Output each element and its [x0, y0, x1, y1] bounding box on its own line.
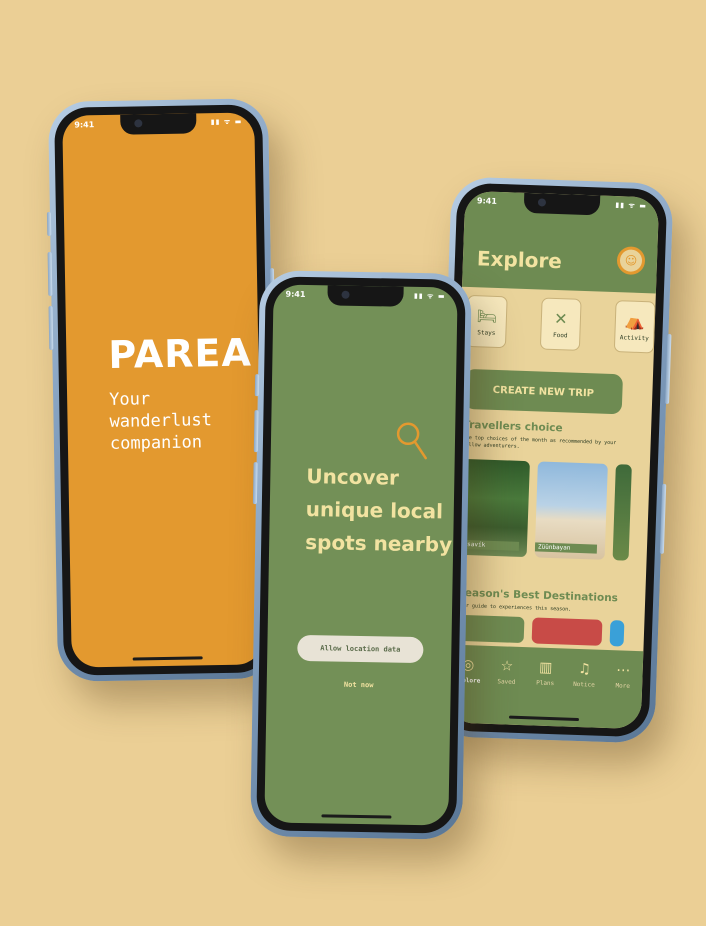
- tab-more[interactable]: ⋯ More: [603, 662, 641, 729]
- section-title-travellers: Travellers choice: [462, 418, 563, 435]
- bell-icon: ♫: [577, 661, 592, 678]
- season-card[interactable]: [531, 617, 603, 646]
- location-screen: 9:41 ▮▮ ᯤ ▬ Uncover unique local spots n…: [264, 284, 458, 826]
- volume-down-button: [252, 462, 258, 505]
- allow-location-button[interactable]: Allow location data: [297, 634, 424, 664]
- mute-switch: [46, 211, 52, 236]
- notch: [327, 285, 404, 307]
- status-time: 9:41: [74, 120, 95, 130]
- location-headline: Uncover unique local spots nearby: [305, 464, 453, 557]
- volume-up-button: [47, 251, 53, 296]
- trash-icon: ▥: [538, 659, 553, 677]
- section-title-season: Season's Best Destinations: [457, 586, 619, 605]
- travellers-card-row: Húsavík Züünbayan: [456, 458, 659, 567]
- season-card-row: [453, 614, 660, 649]
- status-icons: ▮▮ ᯤ ▬: [413, 291, 446, 301]
- status-time: 9:41: [285, 289, 306, 299]
- explore-screen: 9:41 ▮▮ ᯤ ▬ Explore ☺ 🛏 Stays ✕ Food ⛺ A…: [446, 190, 660, 730]
- mute-switch: [254, 374, 260, 397]
- status-time: 9:41: [476, 196, 498, 206]
- tent-icon: ⛺: [624, 310, 646, 331]
- search-icon: [396, 422, 427, 460]
- not-now-link[interactable]: Not now: [267, 679, 451, 690]
- tab-label: More: [615, 682, 631, 690]
- notch: [120, 113, 197, 135]
- tab-label: Notice: [572, 680, 595, 689]
- volume-down-button: [48, 305, 54, 350]
- category-label: Stays: [477, 328, 496, 337]
- tab-label: Plans: [536, 679, 555, 688]
- phone-splash: 9:41 ▮▮ ᯤ ▬ PAREA Your wanderlust compan…: [46, 98, 279, 682]
- home-indicator[interactable]: [132, 656, 203, 661]
- brand-logo: PAREA: [107, 330, 253, 377]
- notch: [523, 192, 601, 216]
- season-card-partial[interactable]: [609, 620, 625, 647]
- tagline: Your wanderlust companion: [108, 389, 213, 454]
- category-activity[interactable]: ⛺ Activity: [613, 300, 656, 354]
- smiley-icon: ☺: [624, 253, 638, 268]
- destination-card[interactable]: Züünbayan: [534, 461, 608, 560]
- create-trip-button[interactable]: CREATE NEW TRIP: [463, 368, 624, 415]
- bed-icon: 🛏: [476, 305, 498, 326]
- section-subtitle-season: Your guide to experiences this season.: [456, 602, 572, 613]
- volume-up-button: [253, 410, 259, 453]
- ellipsis-icon: ⋯: [615, 662, 631, 679]
- side-button: [659, 483, 667, 554]
- page-title: Explore: [476, 246, 563, 274]
- status-icons: ▮▮ ᯤ ▬: [615, 201, 648, 211]
- category-label: Activity: [619, 333, 649, 342]
- star-icon: ☆: [500, 658, 514, 675]
- card-label: Züünbayan: [534, 542, 598, 554]
- power-button: [665, 333, 672, 405]
- category-stays[interactable]: 🛏 Stays: [465, 294, 508, 349]
- section-subtitle-travellers: The top choices of the month as recommen…: [462, 434, 617, 450]
- category-food[interactable]: ✕ Food: [539, 297, 582, 351]
- category-label: Food: [553, 331, 568, 339]
- category-row: 🛏 Stays ✕ Food ⛺ Activity: [465, 294, 656, 354]
- phone-location: 9:41 ▮▮ ᯤ ▬ Uncover unique local spots n…: [250, 270, 472, 840]
- home-indicator[interactable]: [321, 814, 392, 819]
- splash-screen: 9:41 ▮▮ ᯤ ▬ PAREA Your wanderlust compan…: [62, 112, 264, 668]
- tab-label: Saved: [497, 678, 516, 686]
- status-icons: ▮▮ ᯤ ▬: [210, 117, 243, 127]
- destination-card-partial[interactable]: [612, 464, 632, 561]
- utensils-icon: ✕: [553, 308, 568, 328]
